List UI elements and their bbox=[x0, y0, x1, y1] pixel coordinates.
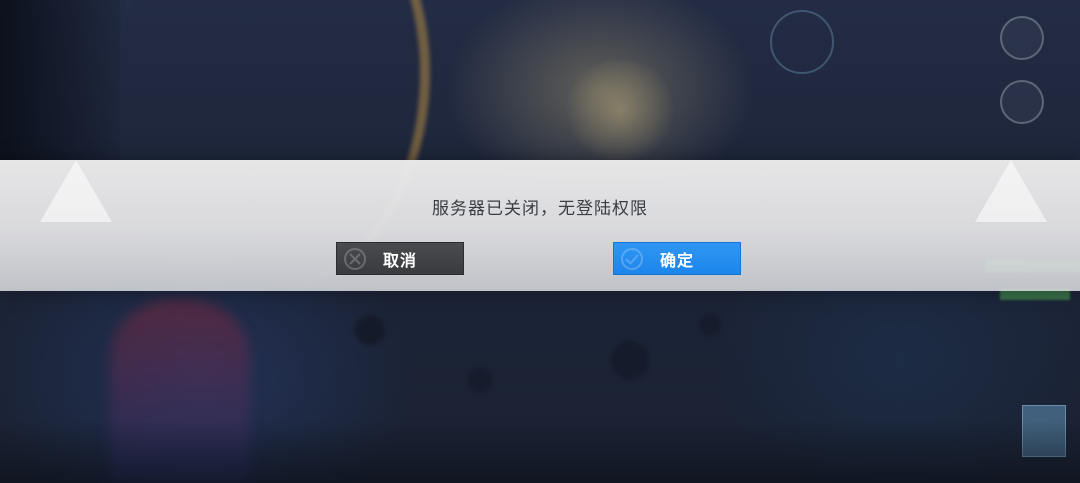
background-rocks bbox=[330, 300, 790, 420]
background-structure bbox=[0, 0, 120, 160]
cancel-button[interactable]: 取消 bbox=[336, 242, 464, 275]
alert-dialog: 服务器已关闭，无登陆权限 取消 确定 bbox=[0, 160, 1080, 291]
dialog-message: 服务器已关闭，无登陆权限 bbox=[432, 199, 648, 219]
settings-icon bbox=[1000, 16, 1044, 60]
check-icon bbox=[621, 248, 643, 270]
background-corner-button bbox=[1022, 405, 1066, 457]
game-screen: 服务器已关闭，无登陆权限 取消 确定 bbox=[0, 0, 1080, 483]
close-icon bbox=[344, 248, 366, 270]
background-glow bbox=[560, 60, 680, 160]
confirm-button[interactable]: 确定 bbox=[613, 242, 741, 275]
confirm-button-label: 确定 bbox=[659, 250, 694, 270]
rank-icon bbox=[1000, 80, 1044, 124]
cancel-button-label: 取消 bbox=[382, 250, 417, 270]
background-character bbox=[110, 300, 250, 483]
background-ring bbox=[770, 10, 834, 74]
background-bottom-shade bbox=[0, 420, 1080, 483]
